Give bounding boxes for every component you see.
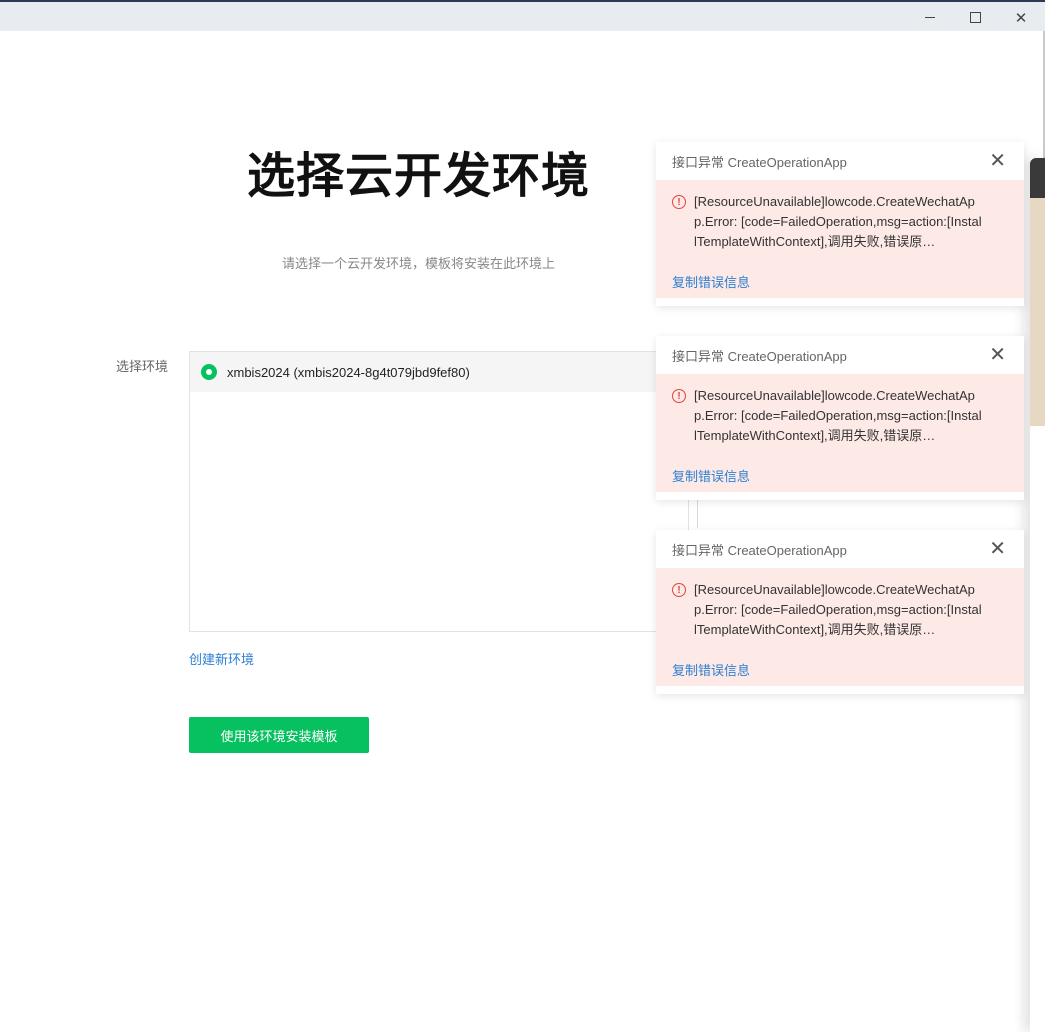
copy-error-link[interactable]: 复制错误信息 [672, 660, 750, 679]
toast-title: 接口异常 CreateOperationApp [672, 542, 847, 558]
toast-message: [ResourceUnavailable]lowcode.CreateWecha… [694, 388, 982, 443]
env-option-label: xmbis2024 (xmbis2024-8g4t079jbd9fef80) [227, 364, 470, 380]
window-close-button[interactable]: ✕ [998, 4, 1044, 31]
env-list: xmbis2024 (xmbis2024-8g4t079jbd9fef80) [189, 351, 689, 632]
error-circle-icon: ! [672, 389, 686, 403]
copy-error-link[interactable]: 复制错误信息 [672, 272, 750, 291]
toast-title: 接口异常 CreateOperationApp [672, 154, 847, 170]
copy-error-link[interactable]: 复制错误信息 [672, 466, 750, 485]
radio-selected-icon[interactable] [201, 364, 217, 380]
side-panel [1030, 158, 1045, 1032]
env-label: 选择环境 [116, 359, 169, 374]
page-title: 选择云开发环境 [246, 150, 590, 203]
maximize-icon [969, 12, 981, 23]
error-toast: 接口异常 CreateOperationApp ✕ ! [ResourceUna… [656, 530, 1024, 694]
error-circle-icon: ! [672, 195, 686, 209]
minimize-button[interactable] [907, 4, 953, 31]
maximize-button[interactable] [952, 4, 998, 31]
close-icon[interactable]: ✕ [989, 151, 1006, 171]
error-circle-icon: ! [672, 583, 686, 597]
toast-message: [ResourceUnavailable]lowcode.CreateWecha… [694, 582, 982, 637]
window-titlebar: ✕ [0, 0, 1045, 31]
error-toast: 接口异常 CreateOperationApp ✕ ! [ResourceUna… [656, 142, 1024, 306]
page-subtitle: 请选择一个云开发环境，模板将安装在此环境上 [281, 256, 555, 271]
divider [697, 500, 698, 528]
toast-message: [ResourceUnavailable]lowcode.CreateWecha… [694, 194, 982, 249]
close-icon[interactable]: ✕ [989, 345, 1006, 365]
toast-title: 接口异常 CreateOperationApp [672, 348, 847, 364]
close-icon: ✕ [1014, 9, 1028, 27]
install-template-button[interactable]: 使用该环境安装模板 [189, 717, 369, 753]
create-env-link[interactable]: 创建新环境 [189, 649, 254, 668]
close-icon[interactable]: ✕ [989, 539, 1006, 559]
env-option[interactable]: xmbis2024 (xmbis2024-8g4t079jbd9fef80) [190, 352, 688, 392]
error-toast: 接口异常 CreateOperationApp ✕ ! [ResourceUna… [656, 336, 1024, 500]
minimize-icon [925, 17, 935, 18]
